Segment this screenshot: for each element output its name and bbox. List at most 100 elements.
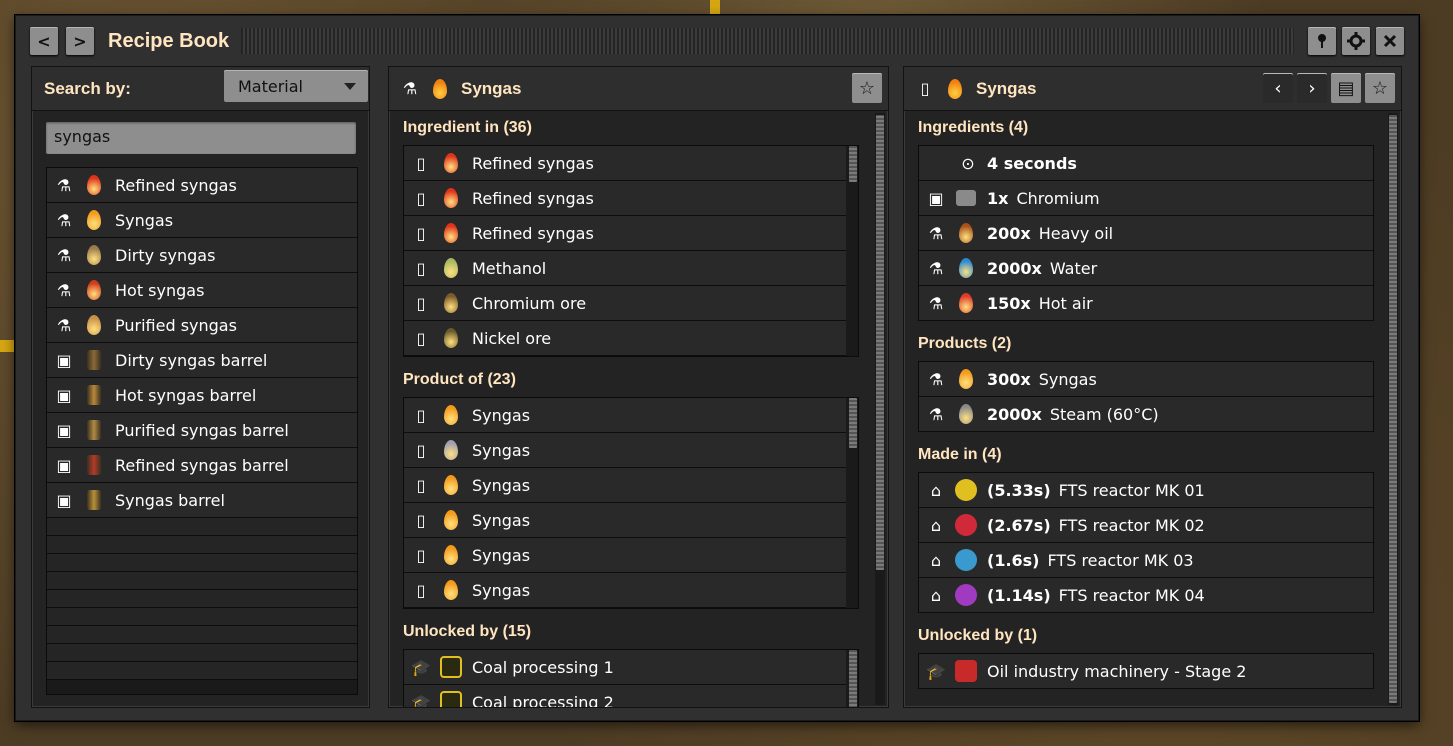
fluid-icon bbox=[83, 209, 105, 231]
pin-button[interactable] bbox=[1308, 27, 1336, 55]
recipe-scroll-icon: ▯ bbox=[416, 328, 426, 348]
barrel-icon bbox=[83, 384, 105, 406]
products-list[interactable]: ⚗ 300x Syngas ⚗ 2000x Steam (60°C) bbox=[918, 361, 1374, 432]
recipe-unlocked-by-list[interactable]: 🎓 Oil industry machinery - Stage 2 bbox=[918, 653, 1374, 689]
search-result-item[interactable]: ▣ Purified syngas barrel bbox=[47, 413, 357, 448]
close-button[interactable] bbox=[1376, 27, 1404, 55]
list-item[interactable]: ⚗ 2000x Water bbox=[919, 251, 1373, 286]
search-result-item[interactable]: ⚗ Purified syngas bbox=[47, 308, 357, 343]
list-item[interactable]: 🎓 Coal processing 2 bbox=[404, 685, 846, 707]
amount: 300x bbox=[987, 369, 1031, 389]
list-scrollbar[interactable] bbox=[848, 398, 858, 608]
machine-icon bbox=[955, 549, 977, 571]
ingredients-header: Ingredients (4) bbox=[918, 119, 1029, 136]
search-mode-value: Material bbox=[238, 76, 303, 96]
list-scrollbar[interactable] bbox=[848, 650, 858, 707]
list-item[interactable]: ▯ Nickel ore bbox=[404, 321, 846, 356]
search-mode-dropdown[interactable]: Material bbox=[224, 70, 368, 102]
favorite-button[interactable]: ☆ bbox=[852, 73, 882, 103]
fluid-icon bbox=[440, 292, 462, 314]
list-item[interactable]: ▯ Syngas bbox=[404, 433, 846, 468]
made-in-list[interactable]: ⌂ (5.33s) FTS reactor MK 01 ⌂ (2.67s) FTS rea… bbox=[918, 472, 1374, 613]
recipe-scroll-icon: ▯ bbox=[920, 79, 930, 98]
list-item[interactable]: ▯ Syngas bbox=[404, 468, 846, 503]
list-item[interactable]: 🎓 Coal processing 1 bbox=[404, 650, 846, 685]
list-item-label: Syngas bbox=[472, 510, 531, 530]
unlocked-by-list[interactable]: 🎓 Coal processing 1 🎓 Coal processing 2 bbox=[403, 649, 859, 707]
list-item[interactable]: ⌂ (1.14s) FTS reactor MK 04 bbox=[919, 578, 1373, 613]
search-result-label: Hot syngas barrel bbox=[115, 385, 257, 405]
list-item[interactable]: ▯ Chromium ore bbox=[404, 286, 846, 321]
forward-button[interactable]: > bbox=[66, 27, 94, 55]
item-box-icon: ▣ bbox=[56, 385, 72, 405]
back-button[interactable]: < bbox=[30, 27, 58, 55]
recipe-scrollbar[interactable] bbox=[1388, 113, 1398, 705]
empty-row bbox=[47, 518, 357, 536]
recipe-unlocked-by-header: Unlocked by (1) bbox=[918, 627, 1038, 644]
list-item[interactable]: 🎓 Oil industry machinery - Stage 2 bbox=[919, 654, 1373, 689]
fluid-icon bbox=[440, 474, 462, 496]
search-header: Search by: Material bbox=[32, 67, 369, 111]
list-item[interactable]: ▯ Syngas bbox=[404, 538, 846, 573]
empty-row bbox=[47, 644, 357, 662]
drag-handle[interactable] bbox=[241, 28, 1294, 54]
ingredients-list[interactable]: ⊙ 4 seconds ▣ 1x Chromium ⚗ 200x Heavy oil ⚗ 2000… bbox=[918, 145, 1374, 321]
item-icon bbox=[955, 187, 977, 209]
empty-row bbox=[47, 590, 357, 608]
prev-recipe-button[interactable]: ‹ bbox=[1263, 73, 1293, 103]
search-input[interactable]: syngas bbox=[46, 122, 356, 154]
syngas-flame-icon bbox=[429, 78, 451, 100]
list-item[interactable]: ⌂ (5.33s) FTS reactor MK 01 bbox=[919, 473, 1373, 508]
material-scrollbar[interactable] bbox=[875, 113, 885, 705]
favorite-recipe-button[interactable]: ☆ bbox=[1365, 73, 1395, 103]
search-result-item[interactable]: ▣ Refined syngas barrel bbox=[47, 448, 357, 483]
star-icon: ☆ bbox=[858, 77, 876, 99]
list-item[interactable]: ⚗ 300x Syngas bbox=[919, 362, 1373, 397]
search-results-list[interactable]: ⚗ Refined syngas ⚗ Syngas ⚗ Dirty syngas ⚗ Hot … bbox=[46, 167, 358, 695]
recipe-scroll-icon: ▯ bbox=[416, 258, 426, 278]
empty-row bbox=[47, 608, 357, 626]
fluid-icon bbox=[440, 257, 462, 279]
barrel-icon bbox=[83, 454, 105, 476]
search-result-item[interactable]: ⚗ Dirty syngas bbox=[47, 238, 357, 273]
list-item-label: FTS reactor MK 02 bbox=[1058, 515, 1205, 535]
search-result-item[interactable]: ⚗ Hot syngas bbox=[47, 273, 357, 308]
list-item[interactable]: ⚗ 150x Hot air bbox=[919, 286, 1373, 321]
list-item[interactable]: ▯ Refined syngas bbox=[404, 181, 846, 216]
search-result-item[interactable]: ⚗ Syngas bbox=[47, 203, 357, 238]
list-item[interactable]: ▣ 1x Chromium bbox=[919, 181, 1373, 216]
recipe-content: Ingredients (4) ⊙ 4 seconds ▣ 1x Chromium ⚗ 20… bbox=[904, 111, 1389, 707]
list-item[interactable]: ⚗ 200x Heavy oil bbox=[919, 216, 1373, 251]
list-item[interactable]: ⌂ (2.67s) FTS reactor MK 02 bbox=[919, 508, 1373, 543]
amount: 2000x bbox=[987, 404, 1042, 424]
material-title: Syngas bbox=[461, 78, 522, 98]
list-item[interactable]: ⚗ 2000x Steam (60°C) bbox=[919, 397, 1373, 432]
search-result-item[interactable]: ▣ Syngas barrel bbox=[47, 483, 357, 518]
list-item[interactable]: ▯ Syngas bbox=[404, 573, 846, 608]
list-item[interactable]: ▯ Refined syngas bbox=[404, 216, 846, 251]
search-result-item[interactable]: ▣ Dirty syngas barrel bbox=[47, 343, 357, 378]
next-recipe-button[interactable]: › bbox=[1297, 73, 1327, 103]
clipboard-button[interactable]: ▤ bbox=[1331, 73, 1361, 103]
recipe-scroll-icon: ▯ bbox=[416, 580, 426, 600]
machine-icon bbox=[955, 514, 977, 536]
list-item[interactable]: ▯ Methanol bbox=[404, 251, 846, 286]
list-item-label: FTS reactor MK 04 bbox=[1058, 585, 1205, 605]
list-scrollbar[interactable] bbox=[848, 146, 858, 356]
list-item-label: Hot air bbox=[1038, 293, 1093, 313]
list-item[interactable]: ⌂ (1.6s) FTS reactor MK 03 bbox=[919, 543, 1373, 578]
search-result-item[interactable]: ⚗ Refined syngas bbox=[47, 168, 357, 203]
ingredient-in-list[interactable]: ▯ Refined syngas ▯ Refined syngas ▯ Refined s… bbox=[403, 145, 859, 357]
empty-row bbox=[47, 536, 357, 554]
list-item[interactable]: ▯ Refined syngas bbox=[404, 146, 846, 181]
list-item[interactable]: ▯ Syngas bbox=[404, 398, 846, 433]
item-box-icon: ▣ bbox=[56, 420, 72, 440]
list-item[interactable]: ▯ Syngas bbox=[404, 503, 846, 538]
list-rows: 🎓 Coal processing 1 🎓 Coal processing 2 bbox=[404, 650, 846, 707]
product-of-list[interactable]: ▯ Syngas ▯ Syngas ▯ Syngas ▯ Syngas ▯ Syngas ▯ Syng… bbox=[403, 397, 859, 609]
search-result-item[interactable]: ▣ Hot syngas barrel bbox=[47, 378, 357, 413]
amount: (1.14s) bbox=[987, 585, 1051, 605]
titlebar[interactable]: < > Recipe Book bbox=[16, 16, 1418, 66]
settings-button[interactable] bbox=[1342, 27, 1370, 55]
fluid-icon bbox=[955, 368, 977, 390]
